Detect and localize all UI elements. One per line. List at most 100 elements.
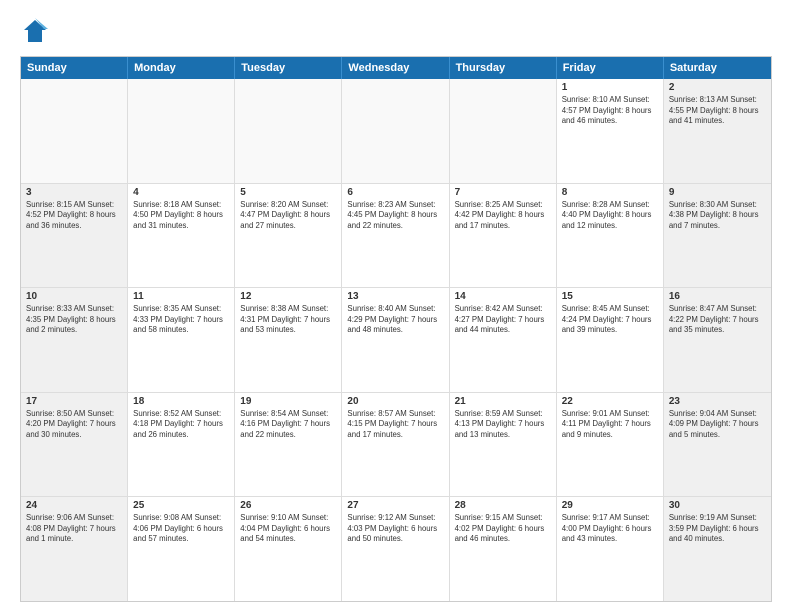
- cell-detail: Sunrise: 9:12 AM Sunset: 4:03 PM Dayligh…: [347, 513, 443, 545]
- calendar-cell: [21, 79, 128, 183]
- calendar-cell: 24 Sunrise: 9:06 AM Sunset: 4:08 PM Dayli…: [21, 497, 128, 601]
- cell-detail: Sunrise: 8:20 AM Sunset: 4:47 PM Dayligh…: [240, 200, 336, 232]
- calendar-cell: 5 Sunrise: 8:20 AM Sunset: 4:47 PM Daylig…: [235, 184, 342, 288]
- day-number: 23: [669, 396, 766, 407]
- weekday-header: Saturday: [664, 57, 771, 79]
- cell-detail: Sunrise: 9:17 AM Sunset: 4:00 PM Dayligh…: [562, 513, 658, 545]
- logo-icon: [20, 16, 50, 46]
- calendar-cell: 17Sunrise: 8:50 AM Sunset: 4:20 PM Dayli…: [21, 393, 128, 497]
- calendar-cell: 10Sunrise: 8:33 AM Sunset: 4:35 PM Dayli…: [21, 288, 128, 392]
- logo: [20, 16, 54, 46]
- weekday-header: Sunday: [21, 57, 128, 79]
- day-number: 18: [133, 396, 229, 407]
- day-number: 14: [455, 291, 551, 302]
- calendar-cell: 16 Sunrise: 8:47 AM Sunset: 4:22 PM Dayli…: [664, 288, 771, 392]
- calendar-cell: [128, 79, 235, 183]
- calendar-cell: 30Sunrise: 9:19 AM Sunset: 3:59 PM Dayli…: [664, 497, 771, 601]
- day-number: 27: [347, 500, 443, 511]
- calendar-cell: 14 Sunrise: 8:42 AM Sunset: 4:27 PM Dayli…: [450, 288, 557, 392]
- cell-detail: Sunrise: 8:47 AM Sunset: 4:22 PM Dayligh…: [669, 304, 766, 336]
- page: SundayMondayTuesdayWednesdayThursdayFrid…: [0, 0, 792, 612]
- calendar-cell: 8 Sunrise: 8:28 AM Sunset: 4:40 PM Daylig…: [557, 184, 664, 288]
- calendar-row: 24 Sunrise: 9:06 AM Sunset: 4:08 PM Dayli…: [21, 496, 771, 601]
- cell-detail: Sunrise: 8:54 AM Sunset: 4:16 PM Dayligh…: [240, 409, 336, 441]
- calendar-body: 1 Sunrise: 8:10 AM Sunset: 4:57 PM Daylig…: [21, 79, 771, 601]
- day-number: 4: [133, 187, 229, 198]
- calendar-cell: 20 Sunrise: 8:57 AM Sunset: 4:15 PM Dayli…: [342, 393, 449, 497]
- calendar-cell: 6Sunrise: 8:23 AM Sunset: 4:45 PM Daylig…: [342, 184, 449, 288]
- calendar-cell: 1 Sunrise: 8:10 AM Sunset: 4:57 PM Daylig…: [557, 79, 664, 183]
- cell-detail: Sunrise: 8:59 AM Sunset: 4:13 PM Dayligh…: [455, 409, 551, 441]
- calendar-cell: 3 Sunrise: 8:15 AM Sunset: 4:52 PM Daylig…: [21, 184, 128, 288]
- weekday-header: Thursday: [450, 57, 557, 79]
- calendar-cell: 29 Sunrise: 9:17 AM Sunset: 4:00 PM Dayli…: [557, 497, 664, 601]
- day-number: 12: [240, 291, 336, 302]
- header: [20, 16, 772, 46]
- cell-detail: Sunrise: 8:18 AM Sunset: 4:50 PM Dayligh…: [133, 200, 229, 232]
- calendar-cell: 19 Sunrise: 8:54 AM Sunset: 4:16 PM Dayli…: [235, 393, 342, 497]
- calendar-cell: 12 Sunrise: 8:38 AM Sunset: 4:31 PM Dayli…: [235, 288, 342, 392]
- weekday-header: Wednesday: [342, 57, 449, 79]
- cell-detail: Sunrise: 8:38 AM Sunset: 4:31 PM Dayligh…: [240, 304, 336, 336]
- cell-detail: Sunrise: 9:08 AM Sunset: 4:06 PM Dayligh…: [133, 513, 229, 545]
- day-number: 10: [26, 291, 122, 302]
- calendar-cell: 27 Sunrise: 9:12 AM Sunset: 4:03 PM Dayli…: [342, 497, 449, 601]
- cell-detail: Sunrise: 8:28 AM Sunset: 4:40 PM Dayligh…: [562, 200, 658, 232]
- cell-detail: Sunrise: 8:10 AM Sunset: 4:57 PM Dayligh…: [562, 95, 658, 127]
- day-number: 16: [669, 291, 766, 302]
- cell-detail: Sunrise: 8:57 AM Sunset: 4:15 PM Dayligh…: [347, 409, 443, 441]
- day-number: 29: [562, 500, 658, 511]
- day-number: 3: [26, 187, 122, 198]
- day-number: 24: [26, 500, 122, 511]
- day-number: 8: [562, 187, 658, 198]
- calendar-cell: 2Sunrise: 8:13 AM Sunset: 4:55 PM Daylig…: [664, 79, 771, 183]
- cell-detail: Sunrise: 9:15 AM Sunset: 4:02 PM Dayligh…: [455, 513, 551, 545]
- cell-detail: Sunrise: 9:19 AM Sunset: 3:59 PM Dayligh…: [669, 513, 766, 545]
- calendar: SundayMondayTuesdayWednesdayThursdayFrid…: [20, 56, 772, 602]
- cell-detail: Sunrise: 8:35 AM Sunset: 4:33 PM Dayligh…: [133, 304, 229, 336]
- calendar-row: 3 Sunrise: 8:15 AM Sunset: 4:52 PM Daylig…: [21, 183, 771, 288]
- calendar-cell: 25Sunrise: 9:08 AM Sunset: 4:06 PM Dayli…: [128, 497, 235, 601]
- calendar-cell: [450, 79, 557, 183]
- day-number: 1: [562, 82, 658, 93]
- day-number: 2: [669, 82, 766, 93]
- calendar-cell: 15 Sunrise: 8:45 AM Sunset: 4:24 PM Dayli…: [557, 288, 664, 392]
- day-number: 20: [347, 396, 443, 407]
- calendar-cell: 13Sunrise: 8:40 AM Sunset: 4:29 PM Dayli…: [342, 288, 449, 392]
- calendar-cell: 22 Sunrise: 9:01 AM Sunset: 4:11 PM Dayli…: [557, 393, 664, 497]
- cell-detail: Sunrise: 9:04 AM Sunset: 4:09 PM Dayligh…: [669, 409, 766, 441]
- day-number: 6: [347, 187, 443, 198]
- cell-detail: Sunrise: 9:10 AM Sunset: 4:04 PM Dayligh…: [240, 513, 336, 545]
- calendar-cell: [235, 79, 342, 183]
- day-number: 22: [562, 396, 658, 407]
- cell-detail: Sunrise: 8:30 AM Sunset: 4:38 PM Dayligh…: [669, 200, 766, 232]
- weekday-header: Tuesday: [235, 57, 342, 79]
- calendar-cell: [342, 79, 449, 183]
- cell-detail: Sunrise: 8:42 AM Sunset: 4:27 PM Dayligh…: [455, 304, 551, 336]
- calendar-cell: 4 Sunrise: 8:18 AM Sunset: 4:50 PM Daylig…: [128, 184, 235, 288]
- calendar-cell: 11 Sunrise: 8:35 AM Sunset: 4:33 PM Dayli…: [128, 288, 235, 392]
- calendar-cell: 21Sunrise: 8:59 AM Sunset: 4:13 PM Dayli…: [450, 393, 557, 497]
- cell-detail: Sunrise: 8:15 AM Sunset: 4:52 PM Dayligh…: [26, 200, 122, 232]
- day-number: 11: [133, 291, 229, 302]
- cell-detail: Sunrise: 8:45 AM Sunset: 4:24 PM Dayligh…: [562, 304, 658, 336]
- day-number: 28: [455, 500, 551, 511]
- weekday-header: Monday: [128, 57, 235, 79]
- day-number: 13: [347, 291, 443, 302]
- weekday-header: Friday: [557, 57, 664, 79]
- day-number: 26: [240, 500, 336, 511]
- cell-detail: Sunrise: 8:50 AM Sunset: 4:20 PM Dayligh…: [26, 409, 122, 441]
- day-number: 7: [455, 187, 551, 198]
- cell-detail: Sunrise: 9:06 AM Sunset: 4:08 PM Dayligh…: [26, 513, 122, 545]
- calendar-cell: 7Sunrise: 8:25 AM Sunset: 4:42 PM Daylig…: [450, 184, 557, 288]
- calendar-row: 17Sunrise: 8:50 AM Sunset: 4:20 PM Dayli…: [21, 392, 771, 497]
- calendar-row: 10Sunrise: 8:33 AM Sunset: 4:35 PM Dayli…: [21, 287, 771, 392]
- day-number: 9: [669, 187, 766, 198]
- cell-detail: Sunrise: 9:01 AM Sunset: 4:11 PM Dayligh…: [562, 409, 658, 441]
- day-number: 15: [562, 291, 658, 302]
- day-number: 19: [240, 396, 336, 407]
- calendar-cell: 26 Sunrise: 9:10 AM Sunset: 4:04 PM Dayli…: [235, 497, 342, 601]
- calendar-header: SundayMondayTuesdayWednesdayThursdayFrid…: [21, 57, 771, 79]
- calendar-cell: 9 Sunrise: 8:30 AM Sunset: 4:38 PM Daylig…: [664, 184, 771, 288]
- day-number: 5: [240, 187, 336, 198]
